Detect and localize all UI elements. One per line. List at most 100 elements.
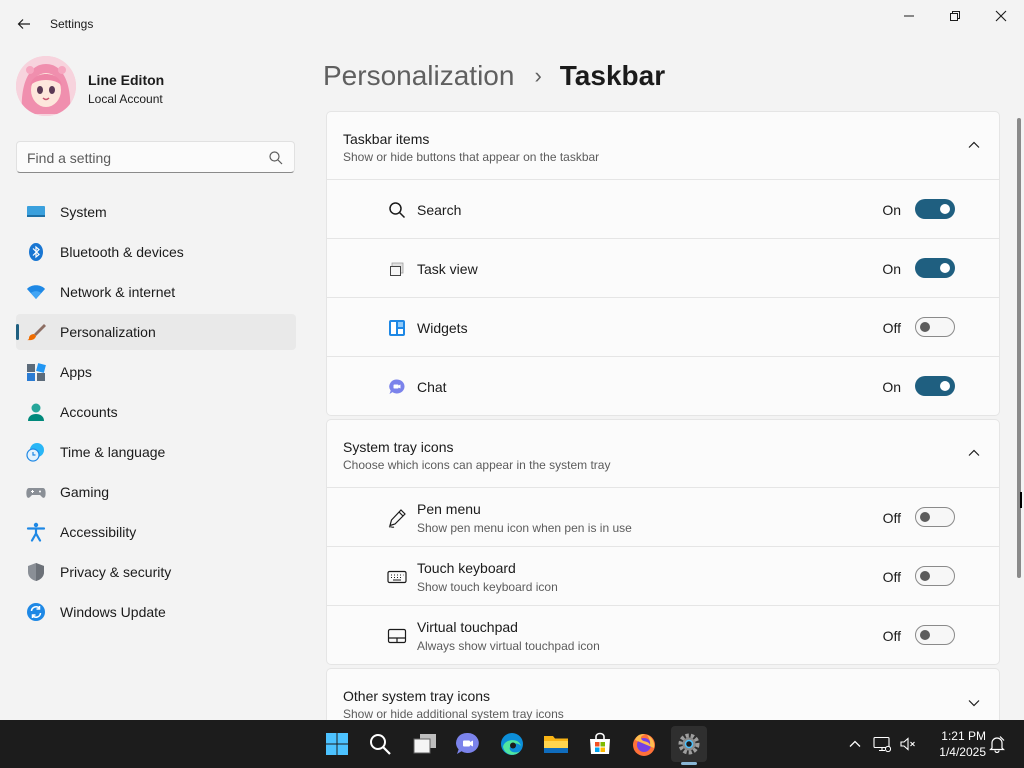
chevron-up-icon[interactable] — [967, 138, 981, 152]
taskbar-chat-button[interactable] — [450, 726, 486, 762]
start-button[interactable] — [319, 726, 355, 762]
pen-menu-toggle[interactable] — [915, 507, 955, 527]
setting-label: Touch keyboard — [417, 560, 516, 576]
user-profile[interactable]: Line Editon Local Account — [16, 56, 306, 118]
taskbar-items-header[interactable]: Taskbar items Show or hide buttons that … — [327, 112, 999, 180]
sidebar-item-label: Windows Update — [60, 604, 166, 620]
system-tray-icons-header[interactable]: System tray icons Choose which icons can… — [327, 420, 999, 488]
clock-date: 1/4/2025 — [939, 745, 986, 759]
taskbar-task-view-button[interactable] — [407, 726, 443, 762]
avatar-image — [16, 56, 76, 116]
setting-description: Show touch keyboard icon — [417, 580, 558, 594]
breadcrumb-parent-link[interactable]: Personalization — [323, 60, 514, 92]
virtual-touchpad-toggle[interactable] — [915, 625, 955, 645]
breadcrumb-separator: › — [534, 63, 542, 88]
sidebar-item-apps[interactable]: Apps — [16, 354, 296, 390]
gamepad-icon — [26, 482, 46, 502]
widgets-icon — [387, 318, 407, 338]
taskbar-store-button[interactable] — [582, 726, 618, 762]
sidebar-item-system[interactable]: System — [16, 194, 296, 230]
toggle-knob — [920, 571, 930, 581]
sidebar-item-time-language[interactable]: Time & language — [16, 434, 296, 470]
mouse-cursor — [1020, 492, 1024, 508]
setting-row-virtual-touchpad: Virtual touchpad Always show virtual tou… — [327, 606, 999, 664]
chat-toggle[interactable] — [915, 376, 955, 396]
shield-icon — [26, 562, 46, 582]
setting-label: Chat — [417, 379, 447, 395]
sidebar-item-bluetooth[interactable]: Bluetooth & devices — [16, 234, 296, 270]
task-view-icon — [413, 734, 436, 754]
sidebar-item-windows-update[interactable]: Windows Update — [16, 594, 296, 630]
back-button[interactable] — [10, 12, 38, 36]
sidebar-item-gaming[interactable]: Gaming — [16, 474, 296, 510]
accessibility-icon — [26, 522, 46, 542]
toggle-state-text: On — [882, 379, 901, 395]
sidebar-item-accessibility[interactable]: Accessibility — [16, 514, 296, 550]
chevron-up-icon — [849, 740, 861, 747]
minimize-button[interactable] — [886, 4, 932, 28]
sidebar-item-label: Accessibility — [60, 524, 137, 540]
active-app-indicator — [681, 762, 697, 765]
brush-icon — [26, 322, 46, 342]
chevron-up-icon[interactable] — [967, 446, 981, 460]
setting-row-touch-keyboard: Touch keyboard Show touch keyboard icon … — [327, 547, 999, 606]
sidebar-item-label: Apps — [60, 364, 92, 380]
system-tray-icons-section: System tray icons Choose which icons can… — [326, 419, 1000, 665]
sidebar-nav: System Bluetooth & devices Network & int… — [16, 194, 296, 634]
show-hidden-icons-button[interactable] — [845, 734, 865, 754]
network-status-button[interactable] — [872, 734, 892, 754]
app-title: Settings — [50, 17, 94, 31]
taskbar-firefox-button[interactable] — [626, 726, 662, 762]
chevron-down-icon[interactable] — [967, 696, 981, 710]
toggle-state-text: Off — [882, 569, 901, 585]
sidebar-item-privacy-security[interactable]: Privacy & security — [16, 554, 296, 590]
taskbar-settings-button[interactable] — [671, 726, 707, 762]
touch-keyboard-toggle[interactable] — [915, 566, 955, 586]
main-scrollbar[interactable] — [1017, 118, 1021, 578]
pen-icon — [387, 508, 407, 528]
setting-row-widgets: Widgets Off — [327, 298, 999, 357]
sidebar-item-personalization[interactable]: Personalization — [16, 314, 296, 350]
setting-row-search: Search On — [327, 180, 999, 239]
task-view-toggle[interactable] — [915, 258, 955, 278]
section-description: Show or hide additional system tray icon… — [343, 707, 564, 721]
title-bar: Settings — [0, 0, 1024, 48]
search-toggle[interactable] — [915, 199, 955, 219]
search-icon[interactable] — [268, 150, 284, 166]
keyboard-icon — [387, 567, 407, 587]
firefox-icon — [633, 734, 655, 756]
widgets-toggle[interactable] — [915, 317, 955, 337]
sidebar-item-label: Personalization — [60, 324, 156, 340]
accounts-icon — [26, 402, 46, 422]
user-name: Line Editon — [88, 72, 165, 88]
close-button[interactable] — [978, 4, 1024, 28]
volume-muted-icon — [900, 737, 915, 751]
sidebar-item-network[interactable]: Network & internet — [16, 274, 296, 310]
sidebar-item-label: Bluetooth & devices — [60, 244, 184, 260]
setting-label: Widgets — [417, 320, 468, 336]
volume-button[interactable] — [898, 734, 918, 754]
setting-row-pen-menu: Pen menu Show pen menu icon when pen is … — [327, 488, 999, 547]
taskbar-edge-button[interactable] — [494, 726, 530, 762]
setting-row-chat: Chat On — [327, 357, 999, 415]
taskbar-clock[interactable]: 1:21 PM 1/4/2025 — [924, 728, 986, 760]
breadcrumb: Personalization › Taskbar — [323, 58, 665, 94]
settings-icon — [678, 733, 700, 755]
notification-center-button[interactable] — [987, 734, 1007, 754]
taskbar-search-button[interactable] — [362, 726, 398, 762]
clock-globe-icon — [26, 442, 46, 462]
edge-icon — [501, 733, 523, 755]
sidebar-item-accounts[interactable]: Accounts — [16, 394, 296, 430]
sidebar-item-label: Privacy & security — [60, 564, 172, 580]
back-arrow-icon — [17, 19, 30, 29]
taskbar-file-explorer-button[interactable] — [538, 726, 574, 762]
settings-search-box[interactable] — [16, 141, 295, 173]
update-icon — [26, 602, 46, 622]
toggle-state-text: Off — [882, 510, 901, 526]
toggle-knob — [920, 512, 930, 522]
system-icon — [26, 202, 46, 222]
restore-button[interactable] — [932, 4, 978, 28]
sidebar-item-label: Time & language — [60, 444, 166, 460]
search-input[interactable] — [27, 148, 267, 168]
toggle-knob — [920, 322, 930, 332]
